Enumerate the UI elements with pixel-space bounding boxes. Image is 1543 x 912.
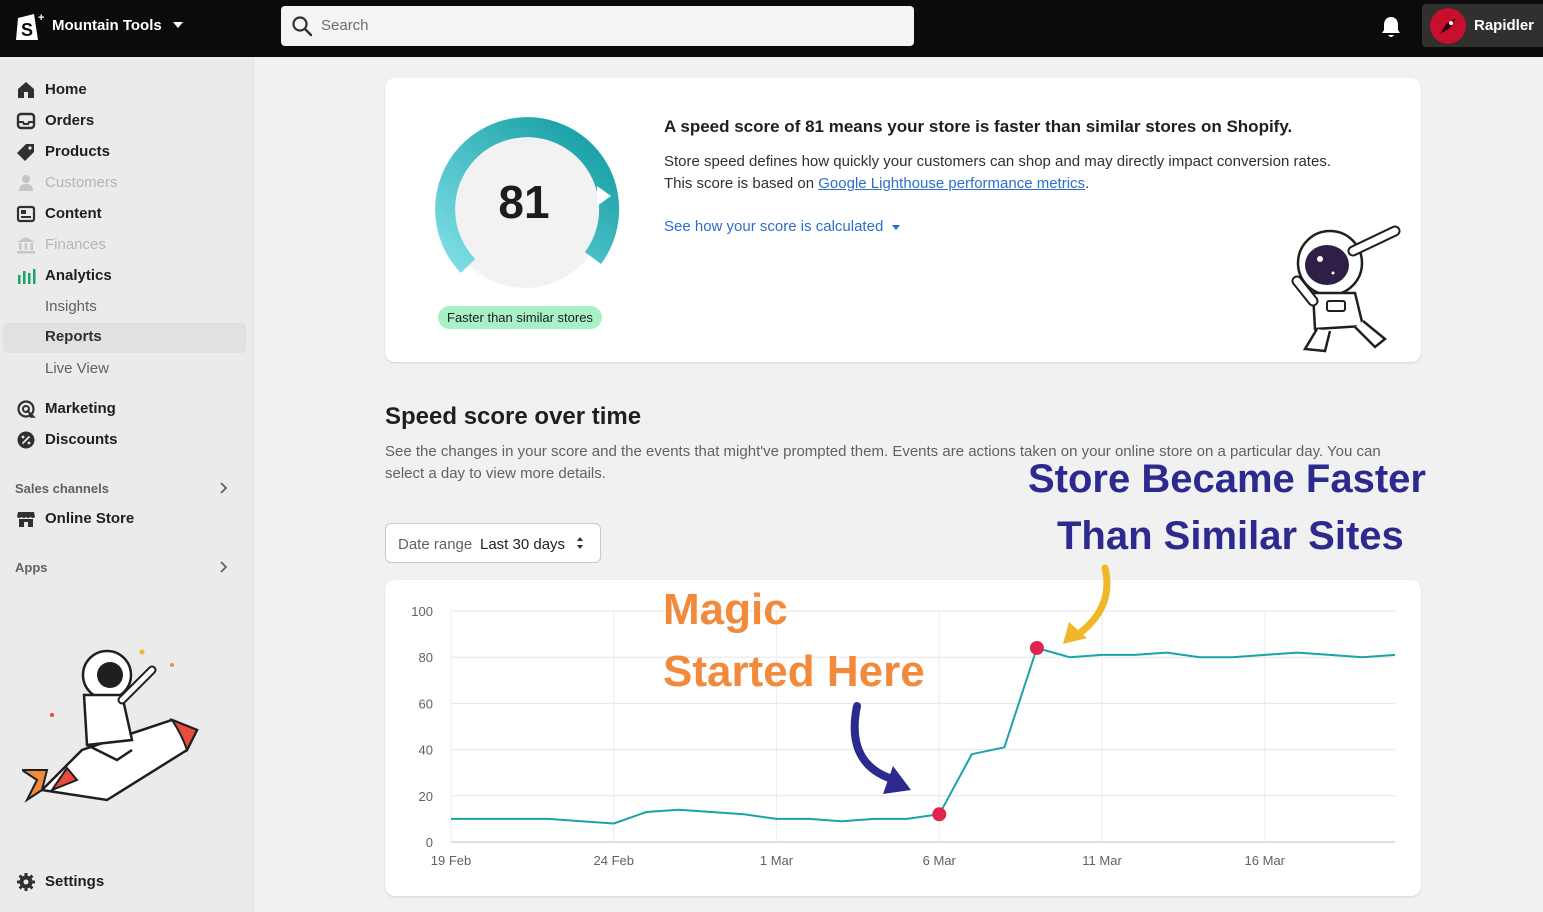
sidebar-item-finances[interactable]: Finances [0, 231, 254, 259]
see-how-label: See how your score is calculated [664, 218, 884, 235]
sidebar-item-discounts[interactable]: Discounts [0, 426, 254, 454]
astronaut-rocket-illustration [22, 649, 199, 803]
sidebar: Home Orders Products Customers Content F… [0, 57, 254, 912]
x-tick-label: 19 Feb [431, 853, 471, 868]
shopify-logo[interactable]: S + [12, 10, 46, 44]
status-badge: Faster than similar stores [438, 306, 602, 329]
sales-channels-label: Sales channels [15, 481, 109, 496]
sidebar-item-label: Discounts [45, 431, 118, 448]
sidebar-item-reports[interactable]: Reports [3, 323, 246, 353]
x-tick-label: 24 Feb [594, 853, 634, 868]
sidebar-item-insights[interactable]: Insights [0, 293, 254, 321]
search-placeholder: Search [321, 17, 369, 34]
caret-down-icon [892, 225, 901, 230]
orders-icon [16, 112, 36, 130]
y-tick-label: 100 [411, 604, 433, 619]
content-icon [16, 205, 36, 223]
sidebar-item-label: Live View [45, 360, 109, 377]
yellow-arrow-icon [1063, 564, 1111, 644]
x-tick-label: 11 Mar [1082, 853, 1122, 868]
sidebar-item-label: Home [45, 81, 87, 98]
annotation-faster-line-1: Store Became Faster [1028, 457, 1426, 501]
discount-icon [17, 431, 35, 449]
user-name: Rapidler [1474, 17, 1535, 34]
date-range-label: Date range [398, 536, 473, 553]
date-range-select[interactable]: Date range Last 30 days [385, 523, 601, 563]
sidebar-item-label: Customers [45, 174, 118, 191]
apps-label: Apps [15, 560, 48, 575]
y-tick-label: 20 [419, 789, 433, 804]
y-tick-label: 60 [419, 696, 433, 711]
sidebar-item-label: Orders [45, 112, 95, 129]
svg-text:+: + [38, 12, 44, 24]
sidebar-item-customers[interactable]: Customers [0, 169, 254, 197]
sidebar-item-home[interactable]: Home [0, 76, 254, 104]
sidebar-item-label: Finances [45, 236, 106, 253]
bank-icon [17, 237, 35, 254]
target-icon [17, 400, 36, 418]
sidebar-item-label: Marketing [45, 400, 116, 417]
y-tick-label: 80 [419, 650, 433, 665]
sidebar-item-content[interactable]: Content [0, 200, 254, 228]
speed-description: Store speed defines how quickly your cus… [664, 151, 1394, 195]
store-icon [17, 512, 35, 527]
lighthouse-link[interactable]: Google Lighthouse performance metrics [818, 175, 1085, 192]
avatar [1430, 8, 1466, 44]
purple-arrow-icon [850, 702, 911, 794]
x-tick-label: 6 Mar [923, 853, 957, 868]
sidebar-item-label: Online Store [45, 510, 135, 527]
user-menu[interactable]: Rapidler [1422, 4, 1543, 47]
astronaut-dab-illustration [1291, 225, 1401, 353]
tag-icon [17, 144, 34, 161]
annotation-magic-line-1: Magic [663, 585, 788, 634]
section-title: Speed score over time [385, 403, 642, 430]
person-icon [19, 175, 33, 191]
see-how-calculated-link[interactable]: See how your score is calculated [664, 218, 901, 235]
sidebar-item-label: Products [45, 143, 111, 160]
chevron-down-icon[interactable] [172, 20, 184, 30]
event-marker [932, 807, 947, 822]
sidebar-item-label: Insights [45, 298, 97, 315]
speed-heading: A speed score of 81 means your store is … [664, 117, 1293, 136]
top-bar: S + Mountain Tools Search Rapidler [0, 0, 1543, 57]
sidebar-item-label: Content [45, 205, 102, 222]
svg-text:S: S [21, 20, 33, 40]
x-tick-label: 16 Mar [1245, 853, 1286, 868]
y-tick-label: 40 [419, 743, 433, 758]
x-tick-label: 1 Mar [760, 853, 794, 868]
sidebar-item-live-view[interactable]: Live View [0, 355, 254, 383]
speed-score-card: 81 Faster than similar stores A speed sc… [385, 78, 1421, 362]
y-tick-label: 0 [426, 835, 433, 850]
sidebar-item-marketing[interactable]: Marketing [0, 395, 254, 423]
store-name[interactable]: Mountain Tools [52, 17, 162, 34]
speed-description-line-1: Store speed defines how quickly your cus… [664, 153, 1331, 170]
sidebar-item-analytics[interactable]: Analytics [0, 262, 254, 290]
date-range-value: Last 30 days [480, 536, 566, 553]
speed-description-suffix: . [1085, 175, 1090, 192]
select-arrows-icon [577, 537, 583, 549]
sidebar-item-online-store[interactable]: Online Store [0, 505, 254, 533]
speed-description-prefix: This score is based on [664, 175, 819, 192]
chevron-right-icon[interactable] [218, 481, 228, 495]
search-input[interactable]: Search [281, 6, 914, 46]
speed-score-value: 81 [498, 176, 550, 228]
search-icon [292, 16, 313, 37]
chevron-right-icon[interactable] [218, 560, 228, 574]
annotation-faster-line-2: Than Similar Sites [1057, 514, 1404, 558]
sidebar-item-orders[interactable]: Orders [0, 107, 254, 135]
annotation-magic-line-2: Started Here [663, 647, 925, 696]
sidebar-item-label: Analytics [45, 267, 112, 284]
sidebar-item-settings[interactable]: Settings [0, 868, 254, 896]
sidebar-item-label: Settings [45, 873, 105, 890]
bell-icon[interactable] [1379, 14, 1403, 40]
home-icon [18, 82, 34, 98]
sidebar-item-products[interactable]: Products [0, 138, 254, 166]
gear-icon [17, 873, 35, 891]
bar-chart-icon [18, 269, 36, 284]
event-marker [1029, 640, 1044, 655]
sidebar-item-label: Reports [45, 328, 102, 345]
